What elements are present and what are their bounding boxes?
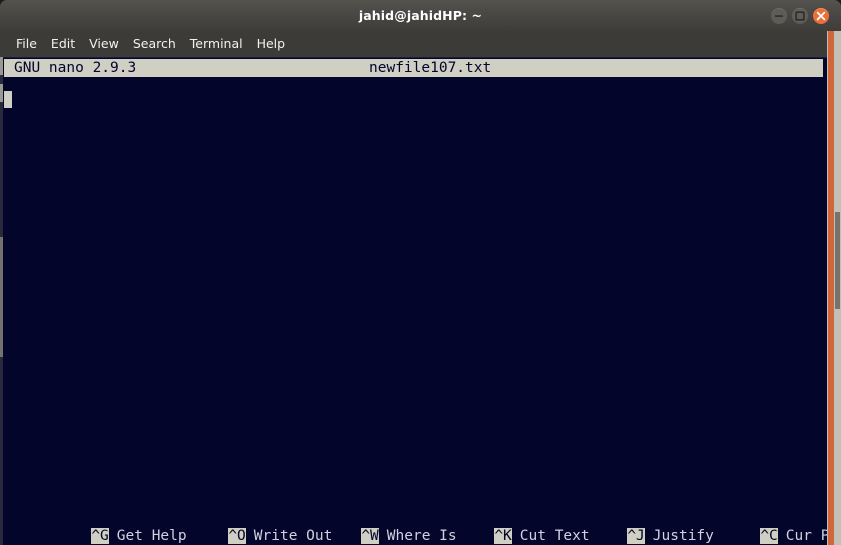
menu-item-file[interactable]: File: [9, 31, 44, 57]
maximize-button[interactable]: [792, 8, 808, 24]
menubar: File Edit View Search Terminal Help: [0, 31, 841, 57]
nano-version-label: GNU nano 2.9.3: [14, 60, 137, 76]
scrollbar-accent-stripe: [828, 31, 834, 545]
terminal-scrollbar[interactable]: [827, 31, 841, 545]
nano-header-bar: GNU nano 2.9.3 newfile107.txt: [4, 59, 823, 77]
shortcut-go-to-line[interactable]: ^_Go To Line: [673, 527, 827, 545]
terminal-content[interactable]: GNU nano 2.9.3 newfile107.txt ^G Get Help…: [0, 57, 827, 545]
nano-shortcut-row-1: ^G Get Help ^O Write Out ^W Where Is ^K Cut …: [0, 509, 827, 544]
maximize-icon: [795, 11, 805, 21]
nano-filename-label: newfile107.txt: [369, 60, 492, 76]
shortcut-cur-pos[interactable]: ^CCur Pos: [673, 509, 827, 544]
minimize-icon: [775, 15, 783, 17]
menu-item-help[interactable]: Help: [250, 31, 293, 57]
window-titlebar[interactable]: jahid@jahidHP: ~: [0, 0, 841, 31]
menu-item-edit[interactable]: Edit: [44, 31, 82, 57]
close-button[interactable]: [813, 8, 829, 24]
shortcut-exit[interactable]: ^XExit: [4, 527, 152, 545]
menu-item-terminal[interactable]: Terminal: [183, 31, 250, 57]
scrollbar-thumb[interactable]: [835, 212, 840, 309]
nano-edit-area[interactable]: [0, 79, 827, 519]
window-left-border-overlay: [0, 57, 3, 545]
nano-shortcut-row-2: ^XExit ^RRead File ^\Replace ^UUncut Tex…: [0, 527, 827, 545]
menu-item-search[interactable]: Search: [126, 31, 183, 57]
minimize-button[interactable]: [771, 8, 787, 24]
terminal-window: jahid@jahidHP: ~ File Edit View Search T…: [0, 0, 841, 545]
close-icon: [816, 11, 826, 21]
text-cursor: [4, 91, 12, 108]
nano-shortcut-bar: ^G Get Help ^O Write Out ^W Where Is ^K Cut …: [0, 509, 827, 545]
menu-item-view[interactable]: View: [82, 31, 126, 57]
window-title: jahid@jahidHP: ~: [358, 8, 483, 23]
terminal-top-divider: [0, 57, 827, 58]
